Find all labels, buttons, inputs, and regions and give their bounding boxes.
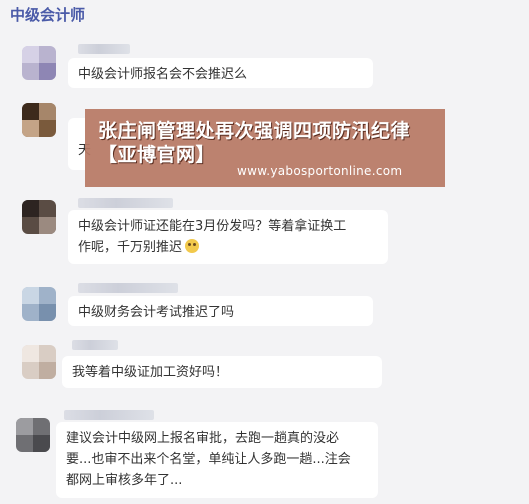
message-text: 我等着中级证加工资好吗！	[72, 365, 229, 380]
message-text-line: 都网上审核多年了...	[66, 473, 183, 488]
username-blurred	[78, 283, 178, 293]
message-text: 中级会计师报名会不会推迟么	[78, 67, 248, 82]
username-blurred	[72, 340, 118, 350]
avatar[interactable]	[16, 418, 50, 452]
message-text-line: 建议会计中级网上报名审批，去跑一趟真的没必	[66, 431, 340, 446]
username-blurred	[64, 410, 154, 420]
avatar[interactable]	[22, 46, 56, 80]
avatar[interactable]	[22, 287, 56, 321]
message-text-line: 作呢，千万别推迟	[78, 240, 183, 255]
watermark-banner: 张庄闸管理处再次强调四项防汛纪律【亚博官网】 www.yabosportonli…	[85, 109, 445, 187]
section-title: 中级会计师	[10, 6, 86, 24]
username-blurred	[78, 44, 130, 54]
message-text: 中级财务会计考试推迟了吗	[78, 305, 235, 320]
message-bubble[interactable]: 中级会计师报名会不会推迟么	[68, 58, 373, 88]
message-text-line: 要...也审不出来个名堂，单纯让人多跑一趟...注会	[66, 452, 351, 467]
avatar[interactable]	[22, 200, 56, 234]
message-text-line: 中级会计师证还能在3月份发吗？等着拿证换工	[78, 219, 347, 234]
username-blurred	[78, 198, 173, 208]
avatar[interactable]	[22, 345, 56, 379]
message-bubble[interactable]: 中级会计师证还能在3月份发吗？等着拿证换工 作呢，千万别推迟	[68, 210, 388, 264]
message-bubble[interactable]: 我等着中级证加工资好吗！	[62, 356, 382, 388]
crying-emoji-icon	[185, 239, 200, 253]
message-bubble[interactable]: 中级财务会计考试推迟了吗	[68, 296, 373, 326]
message-bubble[interactable]: 建议会计中级网上报名审批，去跑一趟真的没必 要...也审不出来个名堂，单纯让人多…	[56, 422, 378, 498]
watermark-headline: 张庄闸管理处再次强调四项防汛纪律【亚博官网】	[98, 120, 411, 166]
avatar[interactable]	[22, 103, 56, 137]
watermark-url: www.yabosportonline.com	[237, 164, 403, 178]
